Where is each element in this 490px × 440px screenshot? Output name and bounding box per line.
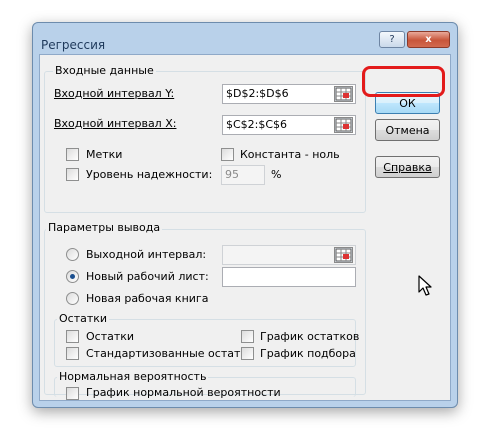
x-range-label-text: Входной интервал X: [54,117,177,130]
range-selector-icon [335,248,352,262]
close-button[interactable]: x [407,31,450,48]
constant-zero-label: Константа - ноль [240,148,340,161]
line-fit-plots-checkbox[interactable] [241,347,254,360]
residual-plots-label: График остатков [260,330,360,343]
ok-button-highlight [362,66,445,97]
residuals-label: Остатки [86,330,135,343]
output-range-label: Выходной интервал: [86,248,207,261]
y-range-label-text: Входной интервал Y: [54,87,175,100]
confidence-level-label: Уровень надежности: [86,168,213,181]
percent-sign: % [271,168,282,181]
close-icon: x [425,33,432,45]
dialog-client-area: Входные данные Входной интервал Y: $D$2:… [39,54,451,401]
y-range-selector-button[interactable] [334,86,353,102]
new-workbook-radio[interactable] [66,292,79,305]
line-fit-plots-label: График подбора [260,347,356,360]
confidence-level-input[interactable]: 95 [221,165,265,185]
standardized-residuals-checkbox[interactable] [66,347,79,360]
input-data-legend: Входные данные [53,64,156,77]
dialog-title: Регрессия [41,38,106,52]
range-selector-icon [335,87,352,101]
new-worksheet-input[interactable] [222,267,356,287]
output-range-radio[interactable] [66,248,79,261]
question-mark-icon: ? [389,33,395,45]
labels-checkbox[interactable] [66,148,79,161]
range-selector-icon [335,118,352,132]
cancel-button[interactable]: Отмена [375,119,440,141]
normal-probability-plot-label: График нормальной вероятности [86,386,281,399]
new-worksheet-radio[interactable] [66,270,79,283]
mouse-pointer-icon [418,275,432,296]
normal-probability-plot-checkbox[interactable] [66,387,79,400]
residuals-checkbox[interactable] [66,330,79,343]
labels-checkbox-label: Метки [86,148,123,161]
residual-plots-checkbox[interactable] [241,330,254,343]
y-range-label: Входной интервал Y: [54,87,174,100]
x-range-label: Входной интервал X: [54,117,176,130]
new-workbook-label: Новая рабочая книга [86,292,209,305]
confidence-level-checkbox[interactable] [66,168,79,181]
residuals-legend: Остатки [57,312,110,325]
x-range-selector-button[interactable] [334,117,353,133]
ok-button-label: ОК [399,96,416,110]
new-worksheet-label: Новый рабочий лист: [86,270,209,283]
confidence-level-value: 95 [225,168,239,181]
output-range-selector-button[interactable] [334,247,353,263]
x-range-value: $C$2:$C$6 [226,118,288,131]
help-button-label: Справка [383,160,432,174]
normal-probability-legend: Нормальная вероятность [57,370,209,383]
constant-zero-checkbox[interactable] [221,148,234,161]
standardized-residuals-label: Стандартизованные остатки [86,347,255,360]
y-range-value: $D$2:$D$6 [226,87,289,100]
help-button[interactable]: Справка [375,156,440,178]
help-title-button[interactable]: ? [379,31,405,48]
cancel-button-label: Отмена [385,123,430,137]
output-options-legend: Параметры вывода [46,221,163,234]
